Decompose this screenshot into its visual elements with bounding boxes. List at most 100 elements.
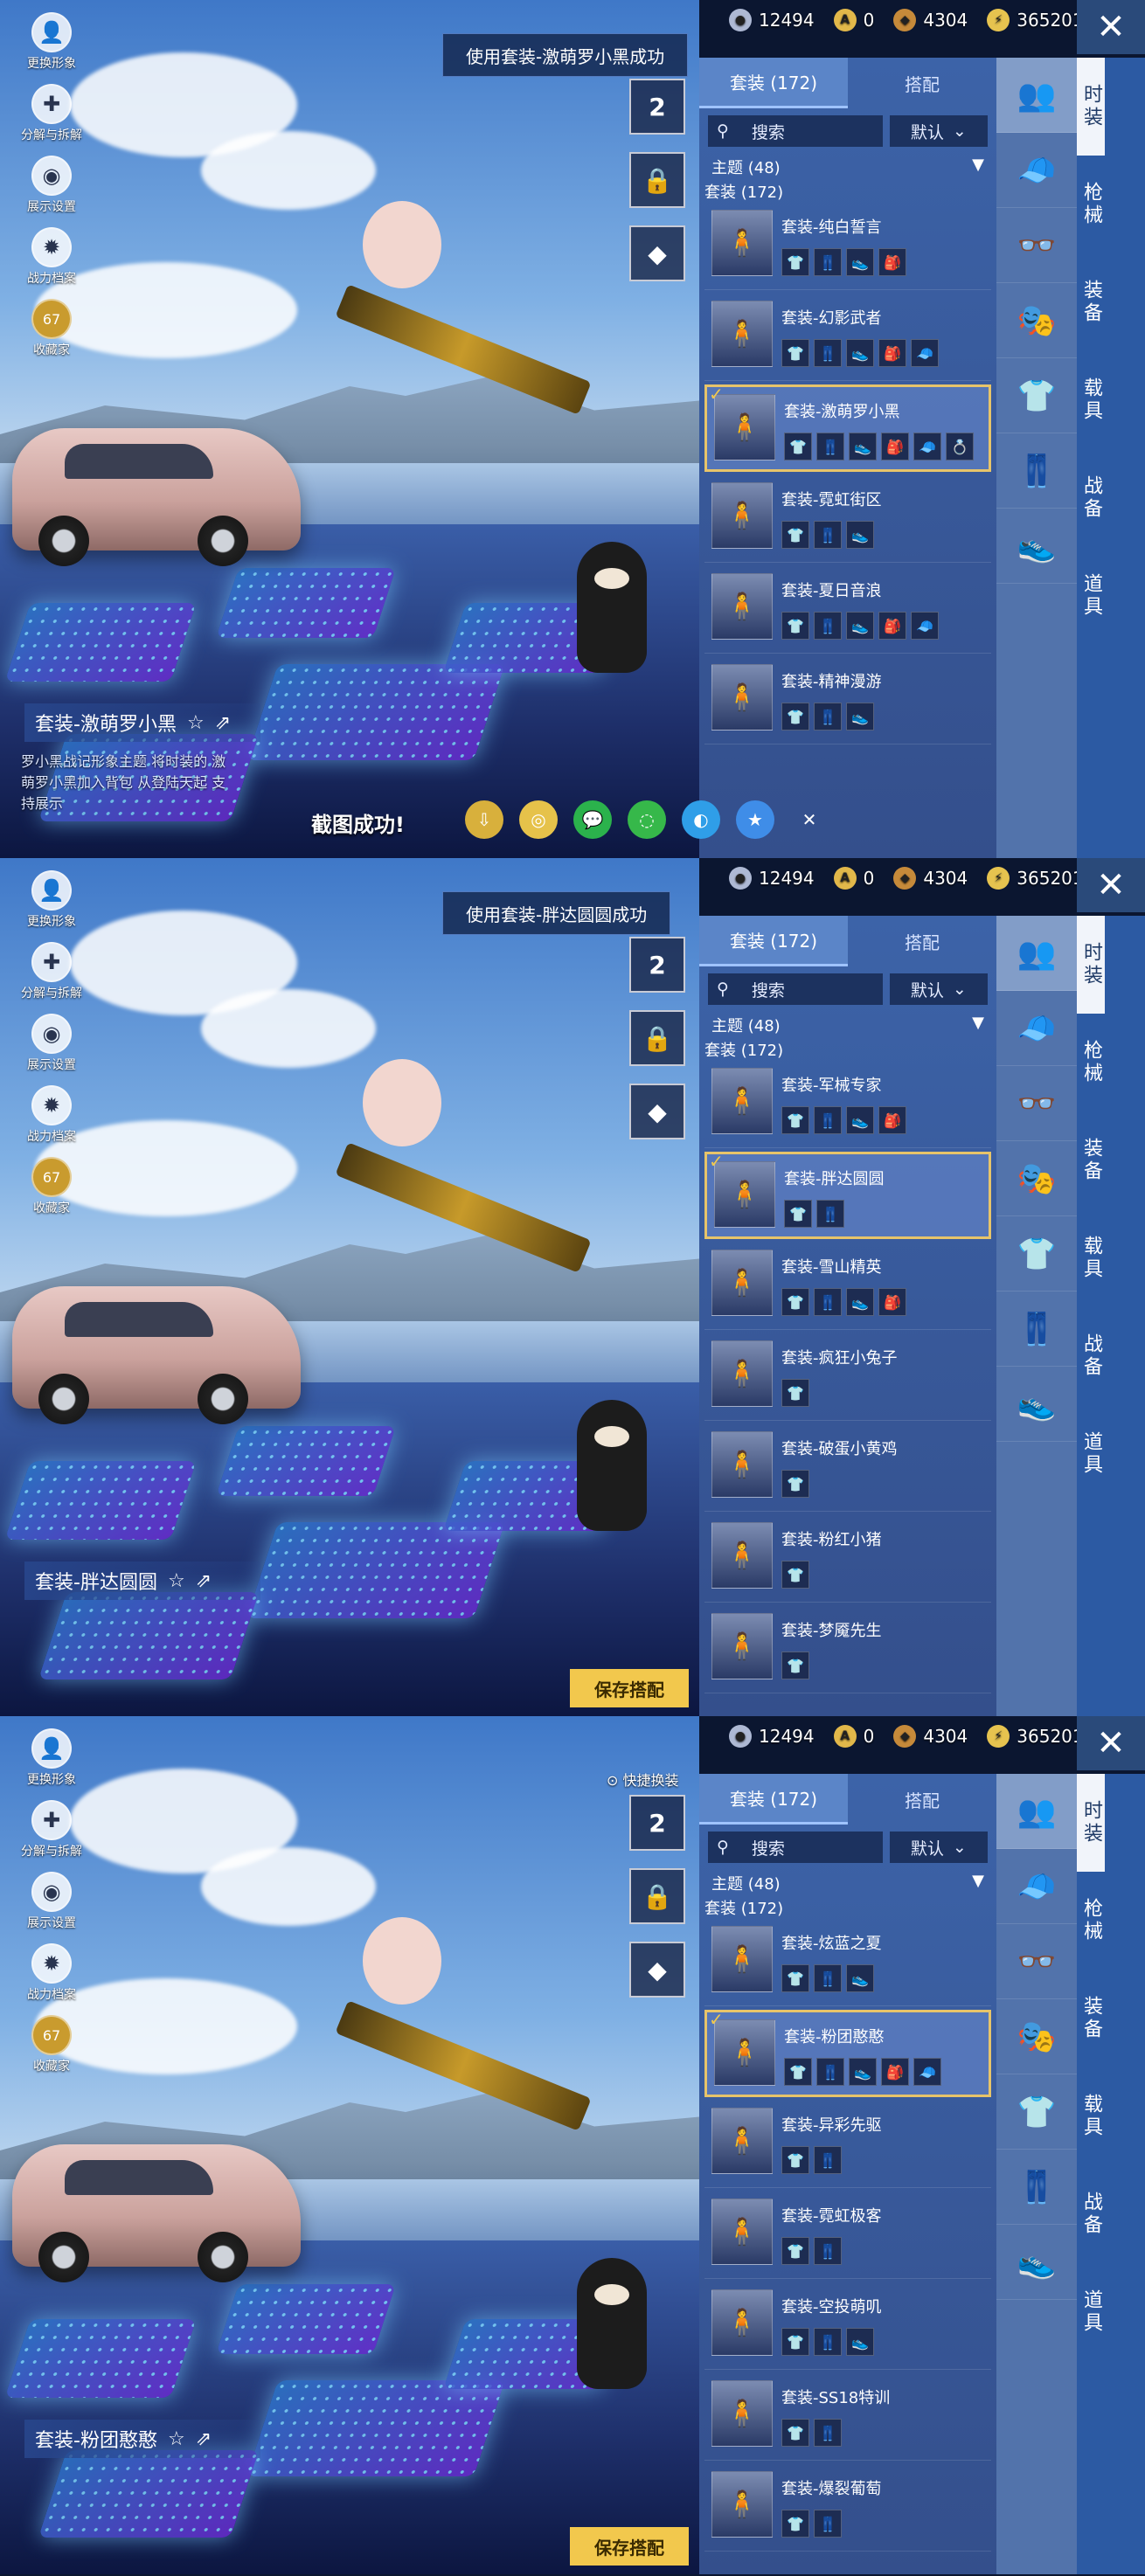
tab-outfits[interactable]: 套装 (172) <box>699 1774 848 1825</box>
theme-filter[interactable]: 主题 (48) ▼ <box>699 1870 996 1896</box>
qzone-icon[interactable]: ★ <box>736 800 774 839</box>
outfit-list-item[interactable]: 🧍 套装-梦魇先生 👕 <box>704 1606 991 1693</box>
left-menu-item[interactable]: 👤 更换形象 <box>16 12 87 72</box>
outfit-list-item[interactable]: 🧍 套装-夏日音浪 👕 👖 👟 🎒 🧢 <box>704 566 991 654</box>
category-tab[interactable]: 载具 <box>1077 351 1105 449</box>
left-menu-item[interactable]: 👤 更换形象 <box>16 870 87 930</box>
left-menu-item[interactable]: ✹ 战力档案 <box>16 227 87 287</box>
game-icon[interactable]: ◎ <box>519 800 558 839</box>
outfit-list-item[interactable]: 🧍 套装-精神漫游 👕 👖 👟 <box>704 657 991 744</box>
category-tab[interactable]: 载具 <box>1077 1209 1105 1307</box>
outfit-list-item[interactable]: 🧍 套装-炫蓝之夏 👕 👖 👟 <box>704 1919 991 2006</box>
search-input[interactable]: ⚲ 搜索 <box>708 1832 883 1863</box>
tab-outfits[interactable]: 套装 (172) <box>699 916 848 966</box>
slot-top[interactable]: 👕 <box>996 2074 1077 2150</box>
diamond-button[interactable]: ◆ <box>629 225 685 281</box>
outfit-list-item[interactable]: ✓ 🧍 套装-激萌罗小黑 👕 👖 👟 🎒 🧢 💍 <box>704 384 991 472</box>
left-menu-item[interactable]: 67 收藏家 <box>16 2015 87 2074</box>
sort-dropdown[interactable]: 默认 ⌄ <box>889 973 988 1005</box>
slot-shoes[interactable]: 👟 <box>996 2225 1077 2300</box>
sort-dropdown[interactable]: 默认 ⌄ <box>889 1832 988 1863</box>
close-button[interactable]: ✕ <box>1077 0 1145 54</box>
slot-shoes[interactable]: 👟 <box>996 1367 1077 1442</box>
left-menu-item[interactable]: ✹ 战力档案 <box>16 1085 87 1145</box>
outfit-list-item[interactable]: 🧍 套装-空投萌叽 👕 👖 👟 <box>704 2282 991 2370</box>
slot-hat[interactable]: 🧢 <box>996 991 1077 1066</box>
category-tab[interactable]: 枪械 <box>1077 1014 1105 1111</box>
category-tab[interactable]: 装备 <box>1077 1970 1105 2067</box>
diamond-button[interactable]: ◆ <box>629 1084 685 1139</box>
save-outfit-button[interactable]: 保存搭配 <box>570 1669 689 1707</box>
outfit-list-item[interactable]: 🧍 套装-霓虹街区 👕 👖 👟 <box>704 475 991 563</box>
hanger-button[interactable]: 2 <box>629 937 685 993</box>
category-tab[interactable]: 战备 <box>1077 449 1105 547</box>
category-tab[interactable]: 枪械 <box>1077 1872 1105 1970</box>
outfit-list-item[interactable]: 🧍 套装-军械专家 👕 👖 👟 🎒 <box>704 1061 991 1148</box>
search-input[interactable]: ⚲ 搜索 <box>708 115 883 147</box>
left-menu-item[interactable]: 67 收藏家 <box>16 299 87 358</box>
category-tab[interactable]: 道具 <box>1077 1405 1105 1503</box>
search-input[interactable]: ⚲ 搜索 <box>708 973 883 1005</box>
outfit-list-item[interactable]: 🧍 套装-雪山精英 👕 👖 👟 🎒 <box>704 1243 991 1330</box>
save-outfit-button[interactable]: 保存搭配 <box>570 2527 689 2566</box>
theme-filter[interactable]: 主题 (48) ▼ <box>699 1012 996 1038</box>
diamond-button[interactable]: ◆ <box>629 1942 685 1998</box>
left-menu-item[interactable]: ◉ 展示设置 <box>16 1872 87 1931</box>
slot-hat[interactable]: 🧢 <box>996 133 1077 208</box>
slot-outfit[interactable]: 👥 <box>996 58 1077 133</box>
tab-match[interactable]: 搭配 <box>848 58 996 108</box>
category-tab[interactable]: 载具 <box>1077 2067 1105 2165</box>
slot-mask[interactable]: 🎭 <box>996 1141 1077 1216</box>
category-tab[interactable]: 时装 <box>1077 1774 1105 1872</box>
category-tab[interactable]: 战备 <box>1077 2165 1105 2263</box>
left-menu-item[interactable]: ✹ 战力档案 <box>16 1943 87 2003</box>
left-menu-item[interactable]: 67 收藏家 <box>16 1157 87 1216</box>
skin-lock-button[interactable]: 🔒 <box>629 152 685 208</box>
hanger-button[interactable]: 2 <box>629 1795 685 1851</box>
category-tab[interactable]: 装备 <box>1077 253 1105 351</box>
star-icon[interactable]: ☆ <box>168 1570 185 1592</box>
outfit-list-item[interactable]: 🧍 套装-破蛋小黄鸡 👕 <box>704 1424 991 1512</box>
category-tab[interactable]: 装备 <box>1077 1111 1105 1209</box>
slot-top[interactable]: 👕 <box>996 358 1077 433</box>
star-icon[interactable]: ☆ <box>168 2428 185 2450</box>
slot-glasses[interactable]: 👓 <box>996 1066 1077 1141</box>
slot-mask[interactable]: 🎭 <box>996 283 1077 358</box>
slot-outfit[interactable]: 👥 <box>996 1774 1077 1849</box>
outfit-list-item[interactable]: ✓ 🧍 套装-胖达圆圆 👕 👖 <box>704 1151 991 1239</box>
outfit-list-item[interactable]: 🧍 套装-纯白誓言 👕 👖 👟 🎒 <box>704 203 991 290</box>
tab-match[interactable]: 搭配 <box>848 1774 996 1825</box>
close-icon[interactable]: ✕ <box>790 800 829 839</box>
outfit-list-item[interactable]: 🧍 套装-疯狂小兔子 👕 <box>704 1333 991 1421</box>
tab-outfits[interactable]: 套装 (172) <box>699 58 848 108</box>
slot-hat[interactable]: 🧢 <box>996 1849 1077 1924</box>
outfit-list-item[interactable]: 🧍 套装-粉红小猪 👕 <box>704 1515 991 1603</box>
outfit-list-item[interactable]: 🧍 套装-异彩先驱 👕 👖 <box>704 2101 991 2188</box>
category-tab[interactable]: 枪械 <box>1077 156 1105 253</box>
outfit-list-item[interactable]: ✓ 🧍 套装-粉团憨憨 👕 👖 👟 🎒 🧢 <box>704 2009 991 2097</box>
category-tab[interactable]: 时装 <box>1077 58 1105 156</box>
share-icon[interactable]: ⇗ <box>215 712 231 734</box>
left-menu-item[interactable]: ✚ 分解与拆解 <box>16 1800 87 1859</box>
left-menu-item[interactable]: ✚ 分解与拆解 <box>16 942 87 1001</box>
tab-match[interactable]: 搭配 <box>848 916 996 966</box>
slot-pants[interactable]: 👖 <box>996 1291 1077 1367</box>
category-tab[interactable]: 时装 <box>1077 916 1105 1014</box>
skin-lock-button[interactable]: 🔒 <box>629 1868 685 1924</box>
theme-filter[interactable]: 主题 (48) ▼ <box>699 154 996 180</box>
category-tab[interactable]: 战备 <box>1077 1307 1105 1405</box>
left-menu-item[interactable]: 👤 更换形象 <box>16 1728 87 1788</box>
outfit-list-item[interactable]: 🧍 套装-幻影武者 👕 👖 👟 🎒 🧢 <box>704 294 991 381</box>
share-icon[interactable]: ⇗ <box>196 2428 212 2450</box>
quick-swap-link[interactable]: ⊙ 快捷换装 <box>607 1769 679 1790</box>
left-menu-item[interactable]: ◉ 展示设置 <box>16 156 87 215</box>
left-menu-item[interactable]: ✚ 分解与拆解 <box>16 84 87 143</box>
sort-dropdown[interactable]: 默认 ⌄ <box>889 115 988 147</box>
wechat-icon[interactable]: 💬 <box>573 800 612 839</box>
save-icon[interactable]: ⇩ <box>465 800 503 839</box>
moments-icon[interactable]: ◌ <box>628 800 666 839</box>
skin-lock-button[interactable]: 🔒 <box>629 1010 685 1066</box>
outfit-list-item[interactable]: 🧍 套装-霓虹极客 👕 👖 <box>704 2192 991 2279</box>
hanger-button[interactable]: 2 <box>629 79 685 135</box>
close-button[interactable]: ✕ <box>1077 1716 1145 1770</box>
